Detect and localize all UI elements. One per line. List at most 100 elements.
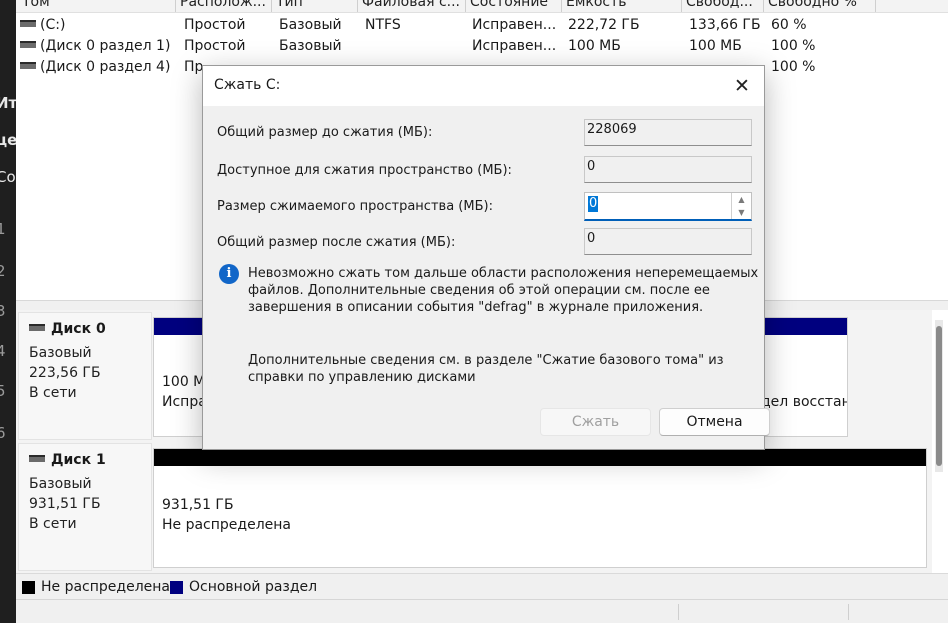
status-bar (16, 599, 948, 623)
help-line: Дополнительные сведения см. в разделе "С… (248, 353, 724, 368)
available-field: 0 (584, 156, 752, 183)
background-window-strip: Ит це Со 1 2 3 4 5 6 (0, 0, 16, 623)
column-header-free-percent[interactable]: Свободно % (764, 0, 876, 12)
disk-1-status: В сети (29, 516, 77, 532)
dialog-titlebar[interactable]: Сжать C: ✕ (203, 66, 764, 106)
chevron-up-icon[interactable]: ▲ (732, 193, 751, 206)
layout-cell: Простой (184, 17, 246, 33)
partition-size: 931,51 ГБ (162, 497, 234, 513)
background-text: Со (0, 168, 16, 186)
primary-partition-bar (757, 318, 847, 335)
layout-cell: Пр (184, 59, 204, 75)
shrink-button[interactable]: Сжать (540, 408, 651, 436)
status-cell: Исправен... (472, 17, 557, 33)
unallocated-swatch (22, 581, 35, 594)
disk-0-partition-1[interactable]: 100 М Испра (153, 317, 205, 437)
legend-unallocated-label: Не распределена (41, 579, 170, 595)
partition-size: 100 М (162, 374, 205, 390)
drive-icon (29, 454, 45, 462)
shrink-size-label: Размер сжимаемого пространства (МБ): (217, 199, 493, 214)
partition-status: Испра (162, 394, 205, 410)
dialog-title: Сжать C: (214, 77, 281, 93)
legend: Не распределена Основной раздел (16, 573, 948, 599)
column-header-volume[interactable]: Том (18, 0, 176, 12)
disk-1-info[interactable]: Диск 1 Базовый 931,51 ГБ В сети (18, 443, 152, 571)
cancel-button[interactable]: Отмена (659, 408, 770, 436)
background-text: 6 (0, 424, 6, 442)
legend-primary-label: Основной раздел (189, 579, 318, 595)
free-percent-cell: 60 % (771, 17, 807, 33)
background-text: 5 (0, 382, 6, 400)
disk-map-scrollbar[interactable] (935, 320, 943, 472)
info-line: файлов. Дополнительные сведения об этой … (248, 283, 710, 298)
drive-icon (20, 40, 36, 48)
unallocated-bar (154, 449, 926, 466)
info-icon: i (219, 264, 239, 284)
capacity-cell: 100 МБ (568, 38, 621, 54)
disk-1-size: 931,51 ГБ (29, 496, 101, 512)
info-message: Невозможно сжать том дальше области расп… (248, 265, 758, 316)
disk-0-type: Базовый (29, 345, 92, 361)
total-after-label: Общий размер после сжатия (МБ): (217, 235, 456, 250)
disk-0-status: В сети (29, 385, 77, 401)
status-cell: Исправен... (472, 38, 557, 54)
partition-status: Не распределена (162, 517, 291, 533)
close-icon[interactable]: ✕ (728, 72, 756, 100)
volume-name-cell: (Диск 0 раздел 4) (20, 59, 170, 75)
status-divider (848, 604, 849, 620)
free-percent-cell: 100 % (771, 59, 816, 75)
disk-0-info[interactable]: Диск 0 Базовый 223,56 ГБ В сети (18, 312, 152, 440)
drive-icon (20, 19, 36, 27)
background-text: Ит (0, 94, 16, 112)
volume-name-cell: (C:) (20, 17, 65, 33)
available-label: Доступное для сжатия пространство (МБ): (217, 163, 512, 178)
partition-label: дел восстан (761, 394, 848, 410)
help-message: Дополнительные сведения см. в разделе "С… (248, 352, 724, 386)
free-percent-cell: 100 % (771, 38, 816, 54)
table-row[interactable]: (Диск 0 раздел 1) Простой Базовый Исправ… (16, 36, 948, 57)
free-space-cell: 100 МБ (689, 38, 742, 54)
drive-icon (29, 323, 45, 331)
table-row[interactable]: (C:) Простой Базовый NTFS Исправен... 22… (16, 15, 948, 36)
shrink-size-stepper[interactable]: 0 ▲ ▼ (584, 192, 752, 221)
column-header-capacity[interactable]: Емкость (562, 0, 682, 12)
background-text: це (0, 131, 16, 149)
drive-icon (20, 61, 36, 69)
stepper-arrows: ▲ ▼ (731, 193, 751, 219)
type-cell: Базовый (279, 38, 342, 54)
disk-0-title: Диск 0 (29, 321, 106, 337)
background-text: 2 (0, 262, 6, 280)
type-cell: Базовый (279, 17, 342, 33)
background-text: 1 (0, 220, 6, 238)
chevron-down-icon[interactable]: ▼ (732, 206, 751, 219)
total-before-field: 228069 (584, 119, 752, 146)
shrink-size-value[interactable]: 0 (588, 196, 599, 212)
info-line: завершения в описании события "defrag" в… (248, 300, 704, 315)
column-header-filesystem[interactable]: Файловая с... (358, 0, 466, 12)
layout-cell: Простой (184, 38, 246, 54)
disk-1-title: Диск 1 (29, 452, 106, 468)
capacity-cell: 222,72 ГБ (568, 17, 640, 33)
background-text: 3 (0, 302, 6, 320)
column-header-status[interactable]: Состояние (466, 0, 562, 12)
total-before-label: Общий размер до сжатия (МБ): (217, 125, 433, 140)
info-line: Невозможно сжать том дальше области расп… (248, 266, 759, 281)
volume-list-header: Том Располож... Тип Файловая с... Состоя… (16, 0, 948, 13)
column-header-type[interactable]: Тип (272, 0, 358, 12)
total-after-field: 0 (584, 228, 752, 255)
column-header-free-space[interactable]: Свобод... (682, 0, 764, 12)
column-header-layout[interactable]: Располож... (176, 0, 272, 12)
filesystem-cell: NTFS (365, 17, 401, 33)
volume-name-cell: (Диск 0 раздел 1) (20, 38, 170, 54)
primary-partition-bar (154, 318, 204, 335)
primary-swatch (170, 581, 183, 594)
disk-0-size: 223,56 ГБ (29, 365, 101, 381)
shrink-dialog: Сжать C: ✕ Общий размер до сжатия (МБ): … (202, 65, 770, 450)
disk-1-type: Базовый (29, 476, 92, 492)
scrollbar-thumb[interactable] (936, 326, 942, 466)
help-line: справки по управлению дисками (248, 370, 476, 385)
disk-1-unallocated-region[interactable]: 931,51 ГБ Не распределена (153, 448, 927, 568)
free-space-cell: 133,66 ГБ (689, 17, 761, 33)
background-text: 4 (0, 342, 6, 360)
status-divider (678, 604, 679, 620)
